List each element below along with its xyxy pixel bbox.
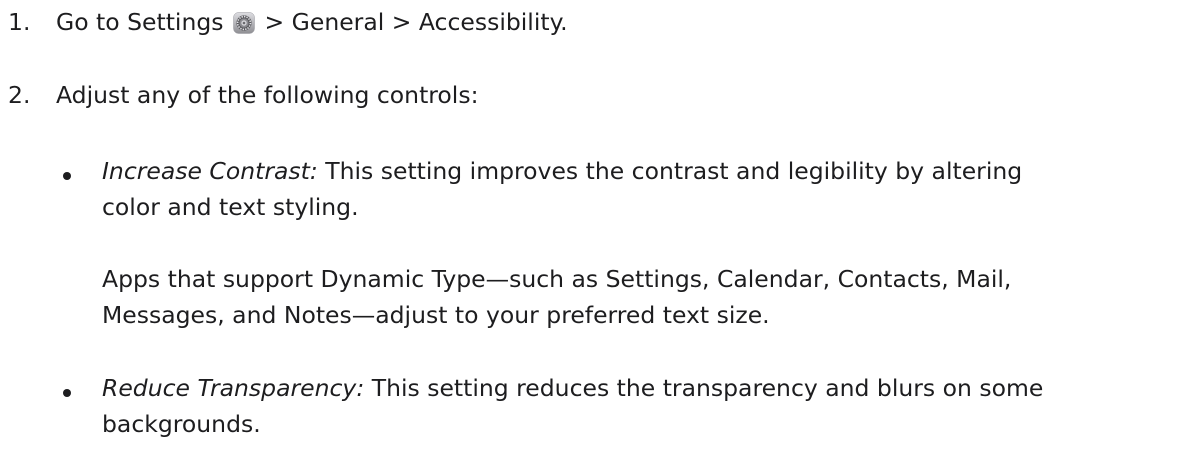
- bullet-dot: [63, 389, 71, 397]
- help-article: 1. Go to Settings > General > Accessibil…: [0, 0, 1202, 470]
- step-text: Adjust any of the following controls:: [56, 81, 479, 109]
- step-text-before-icon: Go to Settings: [56, 8, 224, 36]
- item-increase-contrast-line-1: Increase Contrast: This setting improves…: [102, 154, 1022, 189]
- item-note-line-1: Apps that support Dynamic Type—such as S…: [102, 265, 1012, 293]
- item-reduce-transparency-line-1: Reduce Transparency: This setting reduce…: [102, 371, 1043, 406]
- step-text-after-icon: > General > Accessibility.: [264, 8, 568, 36]
- item-increase-contrast-line-2: color and text styling.: [102, 193, 359, 221]
- item-description: This setting reduces the transparency an…: [364, 374, 1044, 402]
- item-note-line-2: Messages, and Notes—adjust to your prefe…: [102, 301, 770, 329]
- bullet-dot: [63, 172, 71, 180]
- settings-gear-icon: [233, 12, 255, 34]
- item-description: This setting improves the contrast and l…: [317, 157, 1023, 185]
- item-reduce-transparency-line-2: backgrounds.: [102, 410, 261, 438]
- item-term: Increase Contrast:: [102, 157, 318, 185]
- item-term: Reduce Transparency:: [102, 374, 365, 402]
- step-number: 2.: [8, 81, 31, 109]
- step-text: Go to Settings > General > Accessibility…: [56, 5, 568, 40]
- step-number: 1.: [8, 8, 31, 36]
